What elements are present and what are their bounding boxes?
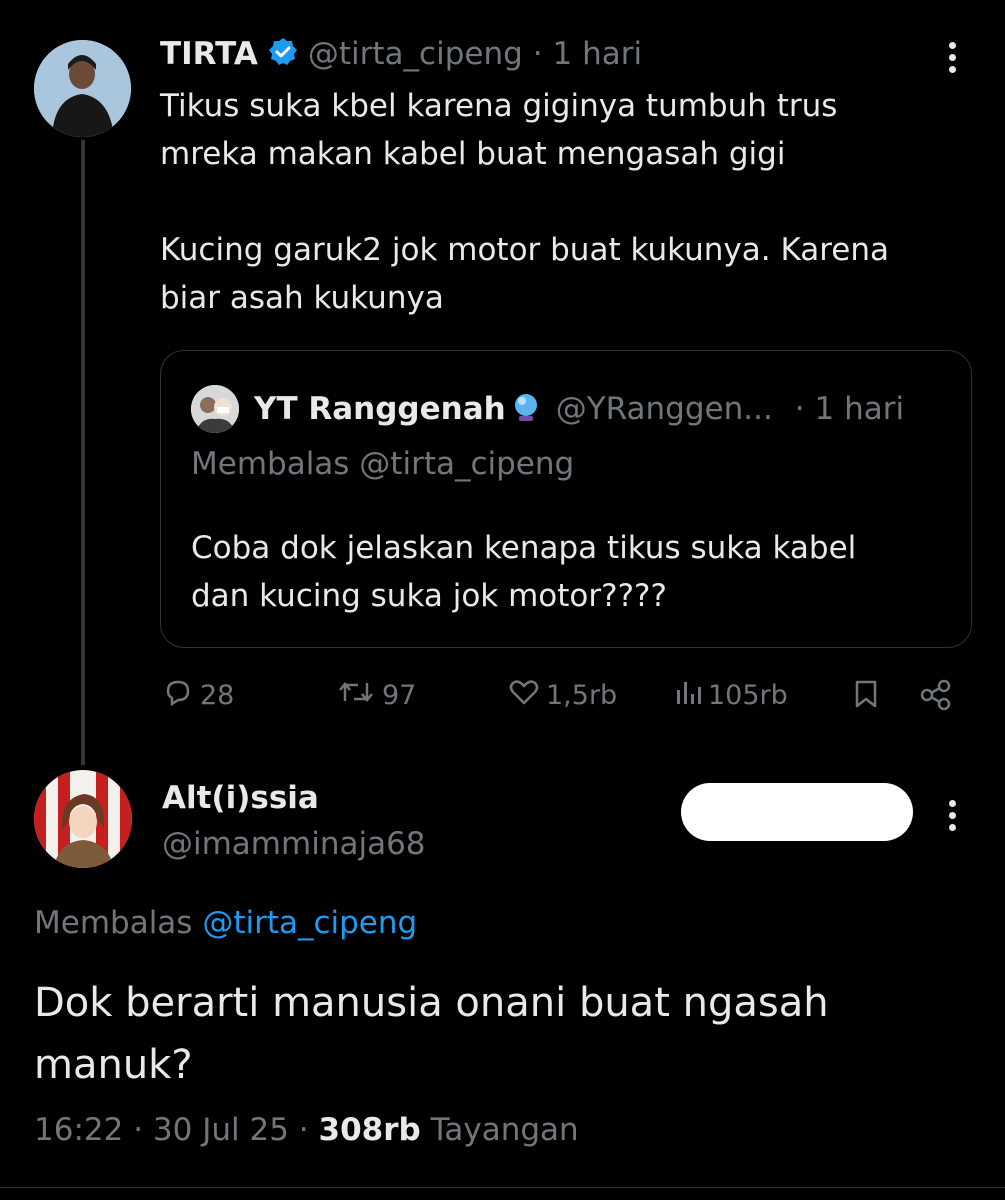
like-count: 1,5rb [546,680,618,711]
reply-date[interactable]: 30 Jul 25 [153,1112,289,1148]
views-button[interactable]: 105rb [674,676,788,715]
reply-to-label: Membalas [34,905,193,941]
quote-header: YT Ranggenah @YRanggen... · 1 hari [254,385,954,433]
reply-author-handle[interactable]: @imamminaja68 [162,826,426,862]
verified-badge-icon [268,37,298,71]
meta-separator: · [298,1112,309,1148]
heart-icon [508,676,540,715]
bookmark-icon[interactable] [852,678,880,714]
more-options-icon[interactable] [949,42,959,78]
reply-text: Dok berarti manusia onani buat ngasah ma… [34,980,829,1088]
quote-reply-to: Membalas @tirta_cipeng [191,446,575,482]
reply-author-name[interactable]: Alt(i)ssia [162,780,319,816]
reply-count: 28 [200,680,235,711]
repost-button[interactable]: 97 [336,676,416,715]
reply-to-line: Membalas @tirta_cipeng [34,905,417,941]
tweet-header: TIRTA @tirta_cipeng · 1 hari [160,32,642,76]
speech-bubble-icon [162,676,194,715]
reply-views-label: Tayangan [430,1112,579,1148]
tweet-text: Tikus suka kbel karena giginya tumbuh tr… [160,88,890,316]
tirta-avatar[interactable] [34,40,131,137]
views-count: 105rb [708,680,788,711]
tweet-time[interactable]: · 1 hari [533,36,642,72]
quote-author-avatar[interactable] [191,385,239,433]
reply-button[interactable]: 28 [162,676,234,715]
follow-button[interactable] [681,783,913,841]
globe-badge-icon [510,391,542,427]
reply-time[interactable]: 16:22 [34,1112,123,1148]
repost-count: 97 [382,680,417,711]
share-icon[interactable] [918,678,954,716]
bottom-divider [0,1187,1005,1188]
reply-meta: 16:22 · 30 Jul 25 · 308rb Tayangan [34,1112,579,1148]
quote-author-handle[interactable]: @YRanggen... [556,391,773,427]
reply-more-options-icon[interactable] [949,800,959,836]
thread-connector-line [81,140,85,765]
bar-chart-icon [674,676,702,715]
reply-to-link[interactable]: @tirta_cipeng [202,905,417,941]
repost-arrows-icon [336,676,376,715]
quote-author-name[interactable]: YT Ranggenah [254,391,506,427]
author-name[interactable]: TIRTA [160,36,258,72]
reply-views-count: 308rb [318,1112,421,1148]
meta-separator: · [133,1112,144,1148]
author-handle[interactable]: @tirta_cipeng [308,36,523,72]
quote-time[interactable]: · 1 hari [795,391,904,427]
reply-author-avatar[interactable] [34,770,132,868]
quote-text: Coba dok jelaskan kenapa tikus suka kabe… [191,530,857,614]
like-button[interactable]: 1,5rb [508,676,617,715]
